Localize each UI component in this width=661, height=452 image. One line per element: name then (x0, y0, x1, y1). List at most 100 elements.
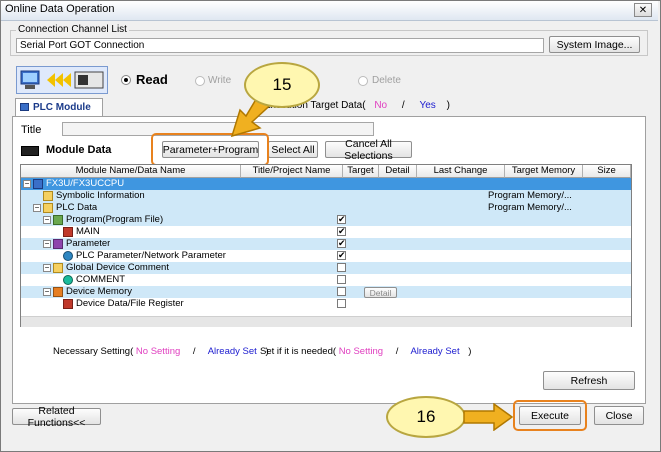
device-memory-icon (53, 287, 63, 297)
target-checkbox[interactable] (337, 299, 346, 308)
close-button[interactable]: Close (594, 406, 644, 425)
col-header-last-change[interactable]: Last Change (417, 165, 505, 178)
row-name: PLC Data (56, 202, 98, 213)
necessary-setting-legend: Necessary Setting( No Setting / Already … (53, 346, 269, 357)
title-label: Title (21, 124, 42, 136)
row-name: Symbolic Information (56, 190, 145, 201)
horizontal-scrollbar[interactable] (21, 316, 631, 327)
table-row[interactable]: − PLC Data Program Memory/... (21, 202, 631, 214)
tab-plc-module-label: PLC Module (33, 102, 91, 113)
select-all-button[interactable]: Select All (268, 141, 318, 158)
delete-radio[interactable] (358, 76, 368, 86)
program-icon (53, 215, 63, 225)
target-checkbox[interactable] (337, 263, 346, 272)
col-header-target-memory[interactable]: Target Memory (505, 165, 583, 178)
operation-icon (16, 66, 108, 94)
collapse-icon[interactable]: − (33, 204, 41, 212)
arrow-right-icon (463, 403, 514, 431)
table-row[interactable]: Symbolic Information Program Memory/... (21, 190, 631, 202)
row-memory: Program Memory/... (488, 202, 572, 213)
table-row[interactable]: Device Data/File Register (21, 298, 631, 310)
module-data-icon (21, 146, 39, 156)
table-row[interactable]: − Global Device Comment (21, 262, 631, 274)
legend-if-needed-label: Set if it is needed( (260, 346, 337, 357)
table-row[interactable]: PLC Parameter/Network Parameter ✔ (21, 250, 631, 262)
main-program-icon (63, 227, 73, 237)
write-radio[interactable] (195, 76, 205, 86)
execution-target-yes: Yes (419, 100, 436, 111)
col-header-detail[interactable]: Detail (379, 165, 417, 178)
row-name: MAIN (76, 226, 100, 237)
detail-button[interactable]: Detail (364, 287, 397, 298)
legend-slash: / (192, 346, 196, 357)
folder-icon (43, 203, 53, 213)
target-checkbox[interactable]: ✔ (337, 227, 346, 236)
collapse-icon[interactable]: − (43, 288, 51, 296)
collapse-icon[interactable]: − (43, 264, 51, 272)
comment-folder-icon (53, 263, 63, 273)
window-close-button[interactable]: ✕ (634, 3, 652, 17)
table-row[interactable]: − Parameter ✔ (21, 238, 631, 250)
row-name: COMMENT (76, 274, 126, 285)
read-label: Read (136, 72, 168, 87)
related-functions-button[interactable]: Related Functions<< (12, 405, 101, 429)
module-data-label: Module Data (46, 144, 112, 156)
legend-no-setting-2: No Setting (338, 346, 384, 357)
target-checkbox[interactable]: ✔ (337, 251, 346, 260)
legend-necessary-label: Necessary Setting( (53, 346, 134, 357)
execution-target-slash: / (401, 100, 405, 111)
row-memory: Program Memory/... (488, 190, 572, 201)
pc-to-plc-icon (20, 70, 104, 89)
refresh-button[interactable]: Refresh (543, 371, 635, 390)
collapse-icon[interactable]: − (43, 216, 51, 224)
row-name: PLC Parameter/Network Parameter (76, 250, 226, 261)
table-row[interactable]: − Program(Program File) ✔ (21, 214, 631, 226)
cancel-all-selections-button[interactable]: Cancel All Selections (325, 138, 412, 162)
system-image-button[interactable]: System Image... (549, 36, 640, 53)
module-data-table: Module Name/Data Name Title/Project Name… (20, 164, 632, 327)
row-name: Parameter (66, 238, 111, 249)
window-title: Online Data Operation (5, 3, 115, 15)
legend-slash-2: / (395, 346, 399, 357)
table-row[interactable]: MAIN ✔ (21, 226, 631, 238)
plc-module-icon (20, 103, 29, 111)
collapse-icon[interactable]: − (43, 240, 51, 248)
col-header-title[interactable]: Title/Project Name (241, 165, 343, 178)
highlight-execute (513, 400, 587, 431)
legend-no-setting: No Setting (135, 346, 181, 357)
col-header-target[interactable]: Target (343, 165, 379, 178)
row-name: FX3U/FX3UCCPU (46, 178, 125, 189)
legend-close-2: ) (468, 346, 472, 357)
target-checkbox[interactable]: ✔ (337, 239, 346, 248)
delete-label: Delete (372, 75, 401, 86)
legend-already-set-2: Already Set (410, 346, 460, 357)
legend-already-set: Already Set (207, 346, 257, 357)
target-checkbox[interactable] (337, 275, 346, 284)
col-header-name[interactable]: Module Name/Data Name (21, 165, 241, 178)
execution-target-no: No (374, 100, 388, 111)
connection-channel-field: Serial Port GOT Connection (16, 38, 544, 53)
read-radio[interactable] (121, 75, 131, 85)
row-name: Device Memory (66, 286, 132, 297)
row-name: Global Device Comment (66, 262, 169, 273)
symbolic-folder-icon (43, 191, 53, 201)
col-header-size[interactable]: Size (583, 165, 631, 178)
row-name: Program(Program File) (66, 214, 164, 225)
cpu-icon (33, 179, 43, 189)
device-data-icon (63, 299, 73, 309)
row-name: Device Data/File Register (76, 298, 184, 309)
target-checkbox[interactable] (337, 287, 346, 296)
tab-plc-module[interactable]: PLC Module (15, 98, 103, 116)
connection-channel-label: Connection Channel List (16, 24, 129, 35)
comment-icon (63, 275, 73, 285)
parameter-icon (53, 239, 63, 249)
collapse-icon[interactable]: − (23, 180, 31, 188)
network-parameter-icon (63, 251, 73, 261)
table-row[interactable]: COMMENT (21, 274, 631, 286)
target-checkbox[interactable]: ✔ (337, 215, 346, 224)
table-row[interactable]: − Device Memory Detail (21, 286, 631, 298)
table-row[interactable]: − FX3U/FX3UCCPU (21, 178, 631, 190)
execution-target-close: ) (446, 100, 450, 111)
if-needed-legend: Set if it is needed( No Setting / Alread… (260, 346, 471, 357)
callout-15: 15 (244, 62, 320, 108)
